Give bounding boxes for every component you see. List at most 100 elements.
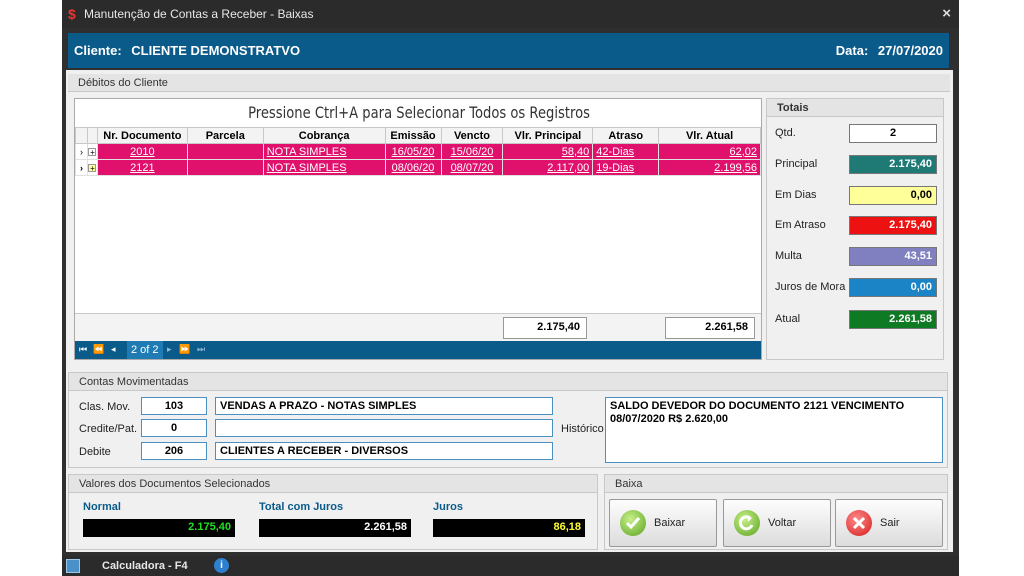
- window-title: Manutenção de Contas a Receber - Baixas: [84, 7, 314, 21]
- expand-icon[interactable]: +: [86, 159, 98, 176]
- em-atraso-value: 2.175,40: [849, 216, 937, 235]
- date-label: Data:: [835, 43, 869, 58]
- qtd-label: Qtd.: [775, 127, 796, 139]
- row-indicator: ›: [75, 159, 88, 176]
- client-header: Cliente: CLIENTE DEMONSTRATVO Data: 27/0…: [68, 33, 949, 68]
- indicator-header: [75, 127, 88, 144]
- form-body: Débitos do Cliente Pressione Ctrl+A para…: [66, 70, 953, 552]
- totais-group: Totais Qtd. 2 Principal 2.175,40 Em Dias…: [766, 98, 944, 360]
- sair-button[interactable]: Sair: [835, 499, 943, 547]
- cell-emissao[interactable]: 08/06/20: [384, 159, 442, 176]
- cell-parcela[interactable]: [186, 159, 264, 176]
- totais-title: Totais: [767, 99, 943, 117]
- table-row[interactable]: › + 2121 NOTA SIMPLES 08/06/20 08/07/20 …: [75, 159, 761, 176]
- principal-value: 2.175,40: [849, 155, 937, 174]
- cell-documento[interactable]: 2010: [96, 143, 188, 160]
- clas-mov-label: Clas. Mov.: [79, 401, 131, 413]
- client-label: Cliente:: [74, 43, 122, 58]
- exit-icon: [846, 510, 872, 536]
- juros-mora-value: 0,00: [849, 278, 937, 297]
- principal-label: Principal: [775, 158, 818, 170]
- col-header-documento[interactable]: Nr. Documento: [96, 127, 188, 144]
- valores-group: Valores dos Documentos Selecionados Norm…: [68, 474, 598, 550]
- grid-navigator: ⏮ ⏪ ◂ 2 of 2 ▸ ⏩ ⏭: [75, 341, 761, 359]
- atual-value: 2.261,58: [849, 310, 937, 329]
- clas-mov-desc-field[interactable]: VENDAS A PRAZO - NOTAS SIMPLES: [215, 397, 553, 415]
- contas-title: Contas Movimentadas: [69, 373, 947, 391]
- multa-label: Multa: [775, 250, 802, 262]
- col-header-cobranca[interactable]: Cobrança: [262, 127, 386, 144]
- expand-icon[interactable]: +: [86, 143, 98, 160]
- atual-label: Atual: [775, 313, 801, 325]
- credite-code-field[interactable]: 0: [141, 419, 207, 437]
- juros-label: Juros: [433, 501, 463, 513]
- col-header-emissao[interactable]: Emissão: [384, 127, 442, 144]
- debite-code-field[interactable]: 206: [141, 442, 207, 460]
- clas-mov-code-field[interactable]: 103: [141, 397, 207, 415]
- baixar-button[interactable]: Baixar: [609, 499, 717, 547]
- client-info: Cliente: CLIENTE DEMONSTRATVO: [74, 43, 300, 58]
- juros-mora-label: Juros de Mora: [775, 281, 846, 293]
- close-icon[interactable]: ×: [942, 5, 951, 22]
- voltar-label: Voltar: [768, 517, 797, 529]
- col-header-principal[interactable]: Vlr. Principal: [502, 127, 594, 144]
- col-header-vencto[interactable]: Vencto: [440, 127, 504, 144]
- cell-atual[interactable]: 62,02: [658, 143, 761, 160]
- footer-total-principal: 2.175,40: [503, 317, 587, 339]
- cell-cobranca[interactable]: NOTA SIMPLES: [262, 159, 386, 176]
- cell-vencto[interactable]: 15/06/20: [440, 143, 504, 160]
- cell-cobranca[interactable]: NOTA SIMPLES: [262, 143, 386, 160]
- first-page-icon[interactable]: ⏮: [79, 344, 87, 355]
- multa-value: 43,51: [849, 247, 937, 266]
- page-indicator: 2 of 2: [127, 341, 163, 359]
- main-window: $ Manutenção de Contas a Receber - Baixa…: [62, 0, 959, 576]
- voltar-button[interactable]: Voltar: [723, 499, 831, 547]
- historico-field[interactable]: SALDO DEVEDOR DO DOCUMENTO 2121 VENCIMEN…: [605, 397, 943, 463]
- total-juros-label: Total com Juros: [259, 501, 344, 513]
- col-header-atraso[interactable]: Atraso: [592, 127, 660, 144]
- credite-desc-field[interactable]: [215, 419, 553, 437]
- baixa-title: Baixa: [605, 475, 947, 493]
- grid-footer: 2.175,40 2.261,58: [75, 313, 761, 341]
- date-value: 27/07/2020: [877, 43, 943, 58]
- title-bar: $ Manutenção de Contas a Receber - Baixa…: [62, 0, 959, 28]
- qtd-value: 2: [849, 124, 937, 143]
- em-atraso-label: Em Atraso: [775, 219, 826, 231]
- table-row[interactable]: › + 2010 NOTA SIMPLES 16/05/20 15/06/20 …: [75, 143, 761, 160]
- info-icon[interactable]: i: [214, 558, 229, 573]
- expand-header: [86, 127, 98, 144]
- normal-value: 2.175,40: [83, 519, 235, 537]
- col-header-parcela[interactable]: Parcela: [186, 127, 264, 144]
- cell-principal[interactable]: 58,40: [502, 143, 594, 160]
- debitos-title: Débitos do Cliente: [68, 74, 950, 92]
- col-header-atual[interactable]: Vlr. Atual: [658, 127, 761, 144]
- contas-group: Contas Movimentadas Clas. Mov. 103 VENDA…: [68, 372, 948, 468]
- app-logo-icon: $: [68, 6, 76, 22]
- cell-emissao[interactable]: 16/05/20: [384, 143, 442, 160]
- juros-value: 86,18: [433, 519, 585, 537]
- last-page-icon[interactable]: ⏭: [197, 344, 205, 355]
- footer-total-atual: 2.261,58: [665, 317, 755, 339]
- select-all-hint: Pressione Ctrl+A para Selecionar Todos o…: [248, 103, 590, 122]
- debite-desc-field[interactable]: CLIENTES A RECEBER - DIVERSOS: [215, 442, 553, 460]
- normal-label: Normal: [83, 501, 121, 513]
- undo-icon: [734, 510, 760, 536]
- cell-principal[interactable]: 2.117,00: [502, 159, 594, 176]
- cell-atraso[interactable]: 19-Dias: [592, 159, 660, 176]
- prev-page-fast-icon[interactable]: ⏪: [93, 344, 104, 355]
- cell-vencto[interactable]: 08/07/20: [440, 159, 504, 176]
- sair-label: Sair: [880, 517, 900, 529]
- prev-page-icon[interactable]: ◂: [111, 344, 116, 355]
- cell-atraso[interactable]: 42-Dias: [592, 143, 660, 160]
- cell-atual[interactable]: 2.199,56: [658, 159, 761, 176]
- credite-label: Credite/Pat.: [79, 423, 138, 435]
- next-page-icon[interactable]: ▸: [167, 344, 172, 355]
- date-info: Data: 27/07/2020: [836, 43, 943, 58]
- calculator-shortcut[interactable]: Calculadora - F4: [102, 560, 188, 572]
- cell-documento[interactable]: 2121: [96, 159, 188, 176]
- calculator-icon[interactable]: [66, 559, 80, 573]
- baixa-group: Baixa Baixar Voltar Sair: [604, 474, 948, 550]
- debitos-grid[interactable]: Pressione Ctrl+A para Selecionar Todos o…: [74, 98, 762, 360]
- cell-parcela[interactable]: [186, 143, 264, 160]
- next-page-fast-icon[interactable]: ⏩: [179, 344, 190, 355]
